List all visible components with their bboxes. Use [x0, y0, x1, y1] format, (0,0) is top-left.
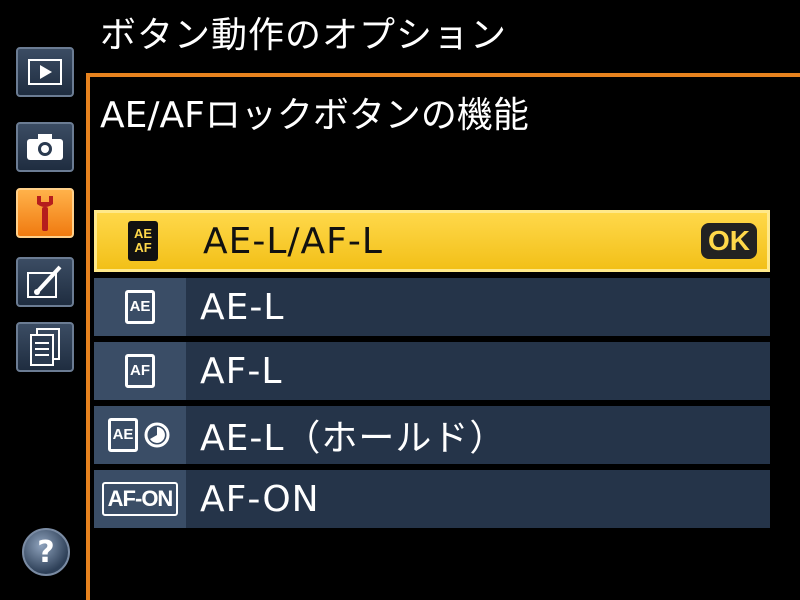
menu-sidebar: ?	[0, 0, 88, 600]
my-menu-tab[interactable]	[16, 322, 74, 372]
ae-lock-hold-icon: AE	[94, 406, 186, 464]
play-icon	[28, 59, 62, 85]
playback-menu-tab[interactable]	[16, 47, 74, 97]
wrench-icon	[37, 196, 53, 231]
option-ae-l[interactable]: AE AE-L	[94, 278, 770, 336]
page-title: AE/AFロックボタンの機能	[100, 95, 529, 136]
brush-icon	[27, 265, 62, 298]
ae-af-lock-icon: AE AF	[97, 213, 189, 269]
retouch-menu-tab[interactable]	[16, 257, 74, 307]
option-label: AE-L	[200, 286, 285, 328]
menu-title: ボタン動作のオプション	[100, 15, 508, 56]
option-ae-l-af-l[interactable]: AE AF AE-L/AF-L OK	[94, 210, 770, 272]
ae-lock-icon: AE	[94, 278, 186, 336]
camera-icon	[27, 134, 63, 160]
custom-settings-menu-tab[interactable]	[16, 188, 74, 238]
option-label: AF-L	[200, 350, 283, 392]
option-label: AE-L（ホールド）	[200, 418, 507, 459]
option-af-l[interactable]: AF AF-L	[94, 342, 770, 400]
list-icon	[30, 328, 60, 366]
frame-divider-left	[86, 73, 90, 600]
option-label: AF-ON	[200, 478, 320, 520]
ok-badge: OK	[701, 223, 757, 259]
option-label: AE-L/AF-L	[203, 220, 383, 262]
shooting-menu-tab[interactable]	[16, 122, 74, 172]
option-ae-l-hold[interactable]: AE AE-L（ホールド）	[94, 406, 770, 464]
help-icon[interactable]: ?	[22, 528, 70, 576]
option-list: AE AF AE-L/AF-L OK AE AE-L AF AF-L AE AE…	[94, 210, 770, 534]
frame-divider-top	[86, 73, 800, 77]
af-on-icon: AF-ON	[94, 470, 186, 528]
hold-timer-icon	[144, 422, 170, 448]
option-af-on[interactable]: AF-ON AF-ON	[94, 470, 770, 528]
af-lock-icon: AF	[94, 342, 186, 400]
